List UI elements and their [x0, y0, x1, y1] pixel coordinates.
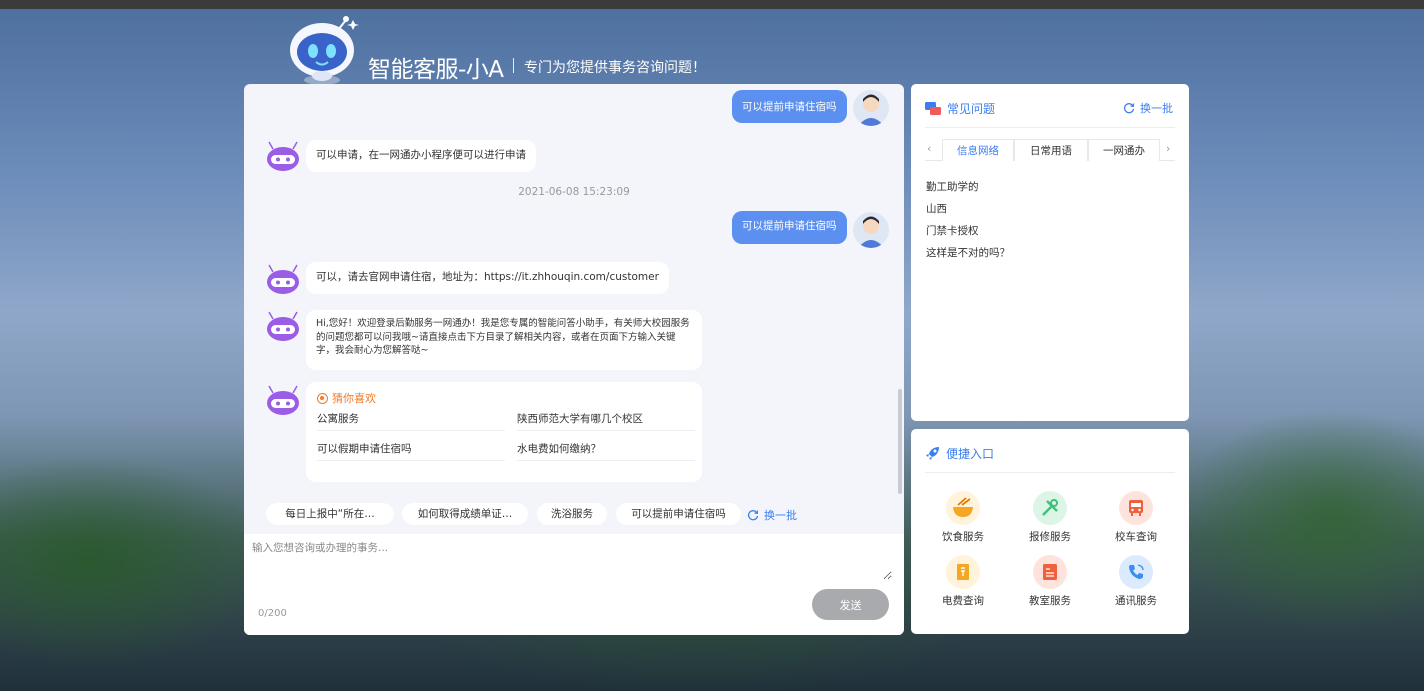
- faq-title: 常见问题: [947, 102, 996, 116]
- bill-icon: [946, 555, 980, 589]
- tab-one-stop[interactable]: 一网通办: [1088, 139, 1160, 161]
- quick-question-row: 每日上报中“所在… 如何取得成绩单证… 洗浴服务 可以提前申请住宿吗 换一批: [244, 503, 904, 527]
- faq-panel: 常见问题 换一批 ‹ 信息网络 日常用语 一网通办 › 勤工助学的 山西 门禁卡…: [911, 84, 1189, 421]
- rocket-icon: [926, 447, 939, 460]
- faq-item[interactable]: 山西: [926, 201, 947, 216]
- tab-info-network[interactable]: 信息网络: [942, 139, 1014, 161]
- chat-panel: 可以提前申请住宿吗 可以申请，在一网通办小程序便可以进行申请 2021-06-0…: [244, 84, 904, 635]
- service-label: 饮食服务: [942, 531, 984, 543]
- service-telecom[interactable]: 通讯服务: [1101, 555, 1171, 608]
- repair-tools-icon: [1033, 491, 1067, 525]
- target-icon: [317, 392, 328, 404]
- service-repair[interactable]: 报修服务: [1015, 491, 1085, 544]
- bot-welcome-message: Hi,您好！欢迎登录后勤服务一网通办！我是您专属的智能问答小助手，有关师大校园服…: [306, 310, 702, 370]
- tab-prev-arrow-icon[interactable]: ‹: [927, 142, 931, 155]
- quick-entry-header: 便捷入口: [925, 445, 994, 462]
- faq-refresh-button[interactable]: 换一批: [1123, 100, 1173, 116]
- guess-item[interactable]: 可以假期申请住宿吗: [317, 437, 505, 461]
- quick-entry-panel: 便捷入口 饮食服务 报修服务 校车查询 电费查询 教室服务 通讯服务: [911, 429, 1189, 634]
- faq-item[interactable]: 门禁卡授权: [926, 223, 979, 238]
- chips-refresh-label: 换一批: [764, 509, 797, 522]
- food-bowl-icon: [946, 491, 980, 525]
- bot-avatar: [267, 385, 299, 415]
- top-bar: [0, 0, 1424, 9]
- service-label: 教室服务: [1029, 595, 1071, 607]
- service-electricity[interactable]: 电费查询: [928, 555, 998, 608]
- bus-icon: [1119, 491, 1153, 525]
- refresh-icon: [1123, 103, 1135, 114]
- service-bus[interactable]: 校车查询: [1101, 491, 1171, 544]
- robot-mascot-logo: [290, 16, 359, 85]
- faq-item[interactable]: 这样是不对的吗？: [926, 245, 1010, 260]
- chat-bubbles-icon: [925, 101, 941, 115]
- quick-question-chip[interactable]: 可以提前申请住宿吗: [616, 503, 741, 525]
- phone-icon: [1119, 555, 1153, 589]
- refresh-icon: [747, 510, 759, 521]
- service-label: 通讯服务: [1115, 595, 1157, 607]
- message-list[interactable]: 可以提前申请住宿吗 可以申请，在一网通办小程序便可以进行申请 2021-06-0…: [244, 84, 904, 534]
- bot-avatar: [267, 311, 299, 341]
- service-label: 电费查询: [942, 595, 984, 607]
- chips-refresh-button[interactable]: 换一批: [747, 507, 797, 523]
- guess-item[interactable]: 水电费如何缴纳？: [517, 437, 695, 461]
- char-count: 0/200: [258, 608, 287, 619]
- user-message-bubble: 可以提前申请住宿吗: [732, 90, 847, 123]
- tab-daily-phrases[interactable]: 日常用语: [1014, 139, 1088, 161]
- service-label: 报修服务: [1029, 531, 1071, 543]
- guess-item[interactable]: 陕西师范大学有哪几个校区: [517, 407, 695, 431]
- service-classroom[interactable]: 教室服务: [1015, 555, 1085, 608]
- message-timestamp: 2021-06-08 15:23:09: [518, 186, 630, 198]
- chat-scrollbar[interactable]: [898, 389, 902, 494]
- app-subtitle: 专门为您提供事务咨询问题！: [524, 60, 706, 76]
- user-message-bubble: 可以提前申请住宿吗: [732, 211, 847, 244]
- header-divider: [925, 127, 1175, 128]
- faq-refresh-label: 换一批: [1140, 102, 1173, 115]
- guess-title: 猜你喜欢: [317, 390, 376, 406]
- quick-entry-title: 便捷入口: [946, 447, 995, 461]
- guess-you-like-card: 猜你喜欢 公寓服务 陕西师范大学有哪几个校区 可以假期申请住宿吗 水电费如何缴纳…: [306, 382, 702, 482]
- title-divider: [513, 58, 514, 73]
- guess-title-label: 猜你喜欢: [332, 392, 376, 405]
- user-avatar: [853, 90, 889, 126]
- faq-header: 常见问题: [925, 100, 995, 117]
- faq-tabs: ‹ 信息网络 日常用语 一网通办 ›: [925, 139, 1175, 161]
- bot-avatar: [267, 264, 299, 294]
- input-area: 0/200 发送: [244, 534, 904, 635]
- service-food[interactable]: 饮食服务: [928, 491, 998, 544]
- tab-next-arrow-icon[interactable]: ›: [1166, 142, 1170, 155]
- bot-message-bubble: 可以申请，在一网通办小程序便可以进行申请: [306, 140, 536, 172]
- quick-question-chip[interactable]: 每日上报中“所在…: [266, 503, 394, 525]
- guess-item[interactable]: 公寓服务: [317, 407, 505, 431]
- message-input[interactable]: [252, 540, 892, 580]
- page-header: 智能客服-小A 专门为您提供事务咨询问题！: [286, 14, 746, 86]
- service-label: 校车查询: [1115, 531, 1157, 543]
- faq-item[interactable]: 勤工助学的: [926, 179, 979, 194]
- classroom-icon: [1033, 555, 1067, 589]
- bot-message-bubble: 可以，请去官网申请住宿，地址为：https://it.zhhouqin.com/…: [306, 262, 669, 294]
- quick-question-chip[interactable]: 洗浴服务: [537, 503, 607, 525]
- bot-avatar: [267, 141, 299, 171]
- quick-question-chip[interactable]: 如何取得成绩单证…: [402, 503, 528, 525]
- send-button[interactable]: 发送: [812, 589, 889, 620]
- app-title: 智能客服-小A: [368, 57, 504, 83]
- header-divider: [925, 472, 1175, 473]
- user-avatar: [853, 212, 889, 248]
